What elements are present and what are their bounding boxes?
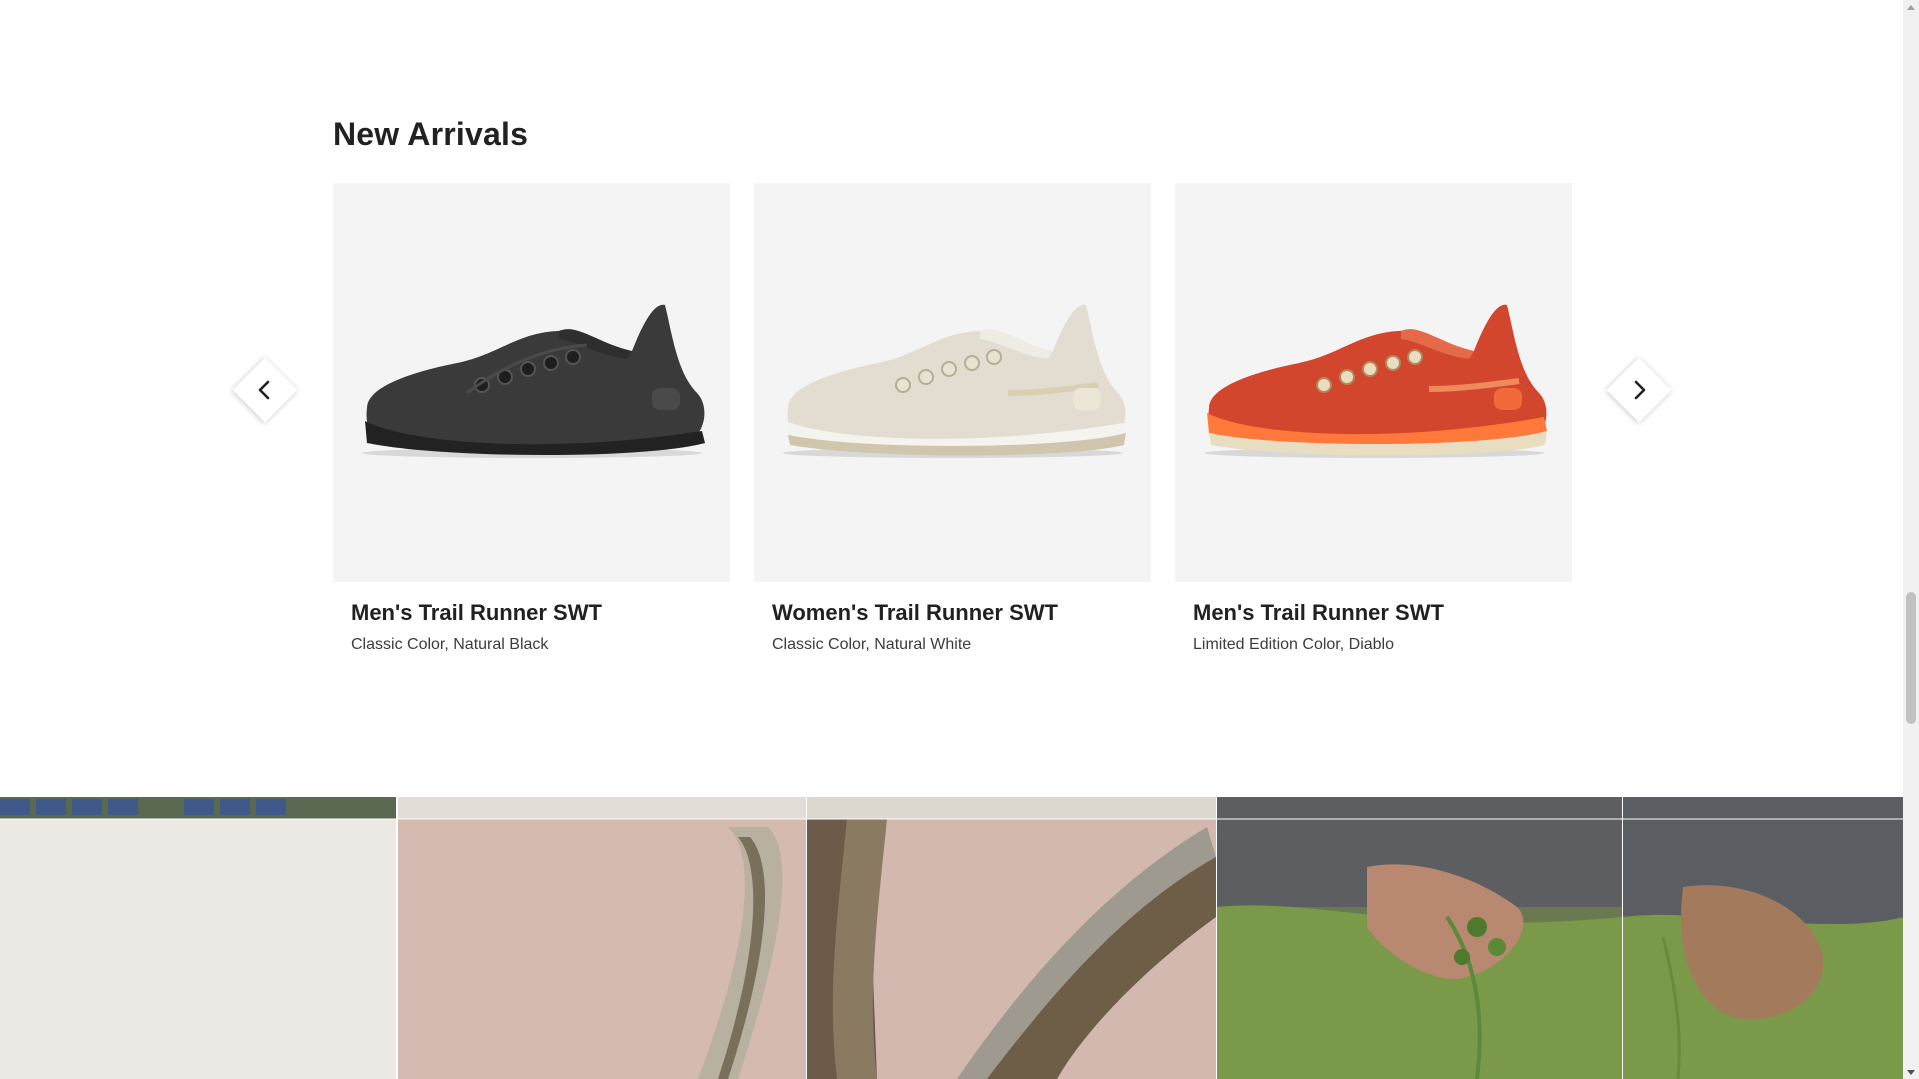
shoe-image xyxy=(782,304,1126,458)
product-image[interactable] xyxy=(1175,183,1572,582)
chevron-left-icon xyxy=(242,367,288,413)
product-description: Classic Color, Natural Black xyxy=(351,636,549,653)
page: New Arrivals Men's Trail Runner SWT Clas… xyxy=(0,0,1919,1079)
product-card[interactable]: Men's Trail Runner SWT Classic Color, Na… xyxy=(333,183,730,654)
page-scrollbar[interactable] xyxy=(1903,0,1919,1079)
shoe-image xyxy=(1203,304,1547,458)
product-card[interactable]: Women's Trail Runner SWT Classic Color, … xyxy=(754,183,1151,654)
product-description: Classic Color, Natural White xyxy=(772,636,972,653)
carousel-next-button[interactable] xyxy=(1606,357,1672,423)
carousel-prev-button[interactable] xyxy=(232,357,298,423)
product-name[interactable]: Men's Trail Runner SWT xyxy=(351,600,730,626)
image-tile xyxy=(1216,797,1622,1079)
image-tile xyxy=(806,797,1216,1079)
section-title: New Arrivals xyxy=(333,116,529,152)
sustainability-image-strip xyxy=(0,797,1903,1079)
product-card[interactable]: Men's Trail Runner SWT Limited Edition C… xyxy=(1175,183,1572,654)
image-tile xyxy=(0,797,396,1079)
product-name[interactable]: Women's Trail Runner SWT xyxy=(772,600,1151,626)
product-name[interactable]: Men's Trail Runner SWT xyxy=(1193,600,1572,626)
scroll-down-icon[interactable] xyxy=(1907,1070,1915,1075)
scrollbar-thumb[interactable] xyxy=(1906,592,1916,724)
product-image[interactable] xyxy=(754,183,1151,582)
image-tile xyxy=(1622,797,1903,1079)
chevron-right-icon xyxy=(1616,367,1662,413)
product-image[interactable] xyxy=(333,183,730,582)
product-description: Limited Edition Color, Diablo xyxy=(1193,636,1394,653)
image-tile xyxy=(397,797,806,1079)
product-carousel: Men's Trail Runner SWT Classic Color, Na… xyxy=(333,183,1572,663)
shoe-image xyxy=(361,304,705,458)
scroll-up-icon[interactable] xyxy=(1907,5,1915,10)
